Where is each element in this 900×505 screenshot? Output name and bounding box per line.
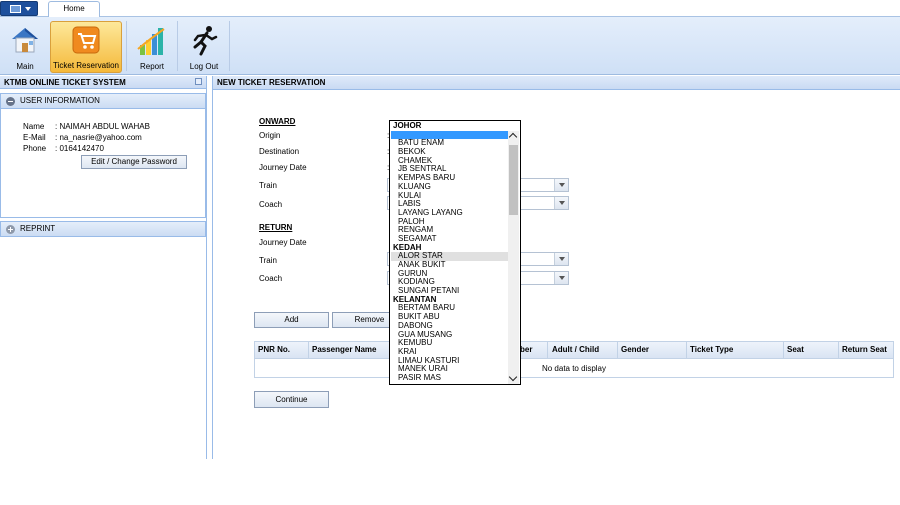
column-divider [308,342,309,359]
dropdown-options: JOHOR BATU ENAM BEKOK CHAMEK JB SENTRAL KEMPA… [391,121,508,383]
passenger-grid: PNR No. Passenger Name ber Adult / Child… [254,341,894,378]
top-bar: Home [0,0,900,18]
app-menu-icon [10,5,21,13]
name-value: : NAIMAH ABDUL WAHAB [55,122,150,131]
name-label: Name [23,122,45,131]
destination-label: Destination [259,147,300,156]
home-icon [12,28,38,53]
chevron-down-icon[interactable] [554,272,568,284]
bar-chart-icon [137,28,165,55]
coach-label: Coach [259,200,283,209]
logout-label: Log Out [189,62,219,71]
app-title: KTMB ONLINE TICKET SYSTEM [4,78,126,87]
reprint-header[interactable]: REPRINT [0,221,206,237]
phone-label: Phone [23,144,47,153]
app-menu-button[interactable] [0,1,38,16]
email-value: : na_nasrie@yahoo.com [55,133,142,142]
continue-button[interactable]: Continue [254,391,329,408]
column-divider [686,342,687,359]
journey-date-label: Journey Date [259,163,307,172]
dropdown-scrollbar[interactable] [508,131,519,384]
chevron-down-icon[interactable] [554,253,568,265]
phone-value: : 0164142470 [55,144,104,153]
chevron-down-icon[interactable] [554,179,568,191]
column-divider [617,342,618,359]
grid-header: PNR No. Passenger Name ber Adult / Child… [255,342,893,359]
main-label: Main [16,62,34,71]
return-coach-label: Coach [259,274,283,283]
left-panel-title: KTMB ONLINE TICKET SYSTEM [0,76,206,89]
user-email-row: E-Mail : na_nasrie@yahoo.com [23,133,142,142]
return-journey-date-label: Journey Date [259,238,307,247]
dropdown-option[interactable]: PASIR MAS [391,373,508,383]
main-button[interactable]: Main [4,21,46,73]
scrollbar-thumb[interactable] [509,145,518,215]
user-information-title: USER INFORMATION [20,96,100,105]
user-information-header[interactable]: USER INFORMATION [0,93,206,109]
ribbon-separator [126,21,127,71]
user-name-row: Name : NAIMAH ABDUL WAHAB [23,122,150,131]
ticket-reservation-button[interactable]: Ticket Reservation [50,21,122,73]
scroll-down-icon[interactable] [508,373,519,384]
chevron-down-icon[interactable] [554,197,568,209]
column-divider [547,342,548,359]
column-divider [838,342,839,359]
grid-column-header[interactable]: Return Seat [842,345,887,354]
ribbon: Main Ticket Reservation Report Log Out [0,17,900,75]
main-panel-title: NEW TICKET RESERVATION [213,76,900,90]
cart-icon [72,26,100,54]
return-train-label: Train [259,256,277,265]
dropdown-group-label: JOHOR [393,121,422,130]
report-label: Report [139,62,164,71]
grid-column-header[interactable]: Ticket Type [690,345,733,354]
grid-column-header[interactable]: Seat [787,345,804,354]
collapse-icon [6,97,15,106]
grid-column-header[interactable]: PNR No. [258,345,290,354]
grid-empty-message: No data to display [541,364,607,373]
collapse-panel-icon[interactable] [195,78,202,85]
logout-button[interactable]: Log Out [184,21,224,73]
grid-column-header[interactable]: Passenger Name [312,345,376,354]
user-information-body: Name : NAIMAH ABDUL WAHAB E-Mail : na_nasr… [0,109,206,218]
column-divider [783,342,784,359]
ribbon-separator [229,21,230,71]
train-label: Train [259,181,277,190]
email-label: E-Mail [23,133,46,142]
ticket-reservation-label: Ticket Reservation [53,61,119,70]
chevron-down-icon [25,7,31,11]
grid-column-header[interactable]: ber [520,345,532,354]
add-button[interactable]: Add [254,312,329,328]
origin-dropdown-list[interactable]: JOHOR BATU ENAM BEKOK CHAMEK JB SENTRAL KEMPA… [389,120,521,385]
report-button[interactable]: Report [132,21,172,73]
main-panel: NEW TICKET RESERVATION ONWARD Origin : D… [212,76,900,459]
return-section-title: RETURN [259,223,293,232]
reprint-title: REPRINT [20,224,56,233]
expand-icon [6,225,15,234]
tab-home[interactable]: Home [48,1,100,18]
grid-column-header[interactable]: Gender [621,345,649,354]
scroll-up-icon[interactable] [508,131,519,142]
ribbon-separator [177,21,178,71]
user-phone-row: Phone : 0164142470 [23,144,104,153]
origin-label: Origin [259,131,281,140]
running-man-icon [193,26,218,56]
grid-column-header[interactable]: Adult / Child [552,345,599,354]
edit-password-button[interactable]: Edit / Change Password [81,155,187,169]
onward-section-title: ONWARD [259,117,296,126]
left-panel: KTMB ONLINE TICKET SYSTEM USER INFORMATI… [0,76,207,459]
